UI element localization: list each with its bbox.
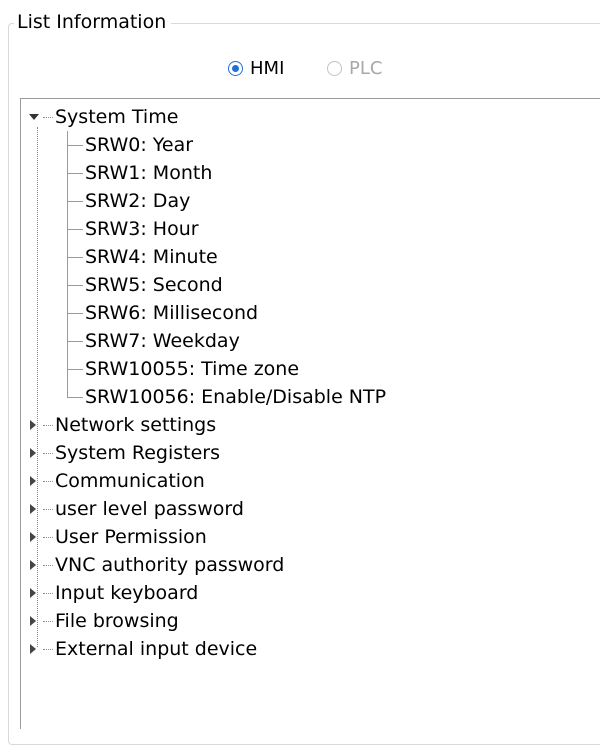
leaf-connector [67, 229, 83, 230]
leaf-label: SRW4: Minute [85, 246, 218, 268]
leaf-connector [67, 369, 83, 370]
tree-connector [43, 565, 53, 566]
radio-plc-label: PLC [349, 57, 383, 79]
radio-selected-icon [228, 60, 243, 76]
tree-connector [43, 481, 53, 482]
expand-arrow-icon[interactable] [27, 643, 39, 655]
expand-arrow-icon[interactable] [27, 587, 39, 599]
expand-arrow-icon[interactable] [27, 503, 39, 515]
leaf-label: SRW10055: Time zone [85, 358, 300, 380]
tree-node-label: System Time [55, 106, 179, 128]
expand-arrow-icon[interactable] [27, 419, 39, 431]
leaf-connector [67, 173, 83, 174]
tree-node-label: Network settings [55, 414, 217, 436]
tree-connector [43, 453, 53, 454]
tree-node-label: External input device [55, 638, 258, 660]
leaf-label: SRW1: Month [85, 162, 213, 184]
tree-node-label: System Registers [55, 442, 221, 464]
tree-node-label: user level password [55, 498, 244, 520]
expand-arrow-icon[interactable] [27, 559, 39, 571]
tree-node-label: Communication [55, 470, 205, 492]
group-title: List Information [14, 9, 172, 35]
collapse-arrow-icon[interactable] [27, 111, 39, 123]
tree-connector [43, 509, 53, 510]
leaf-label: SRW10056: Enable/Disable NTP [85, 386, 387, 408]
radio-hmi[interactable]: HMI [228, 54, 284, 82]
leaf-connector [67, 397, 83, 398]
leaf-connector [67, 257, 83, 258]
mode-radio-group: HMI PLC [0, 54, 600, 82]
radio-hmi-label: HMI [250, 57, 285, 79]
leaf-label: SRW3: Hour [85, 218, 199, 240]
tree-connector [43, 649, 53, 650]
tree-node-label: File browsing [55, 610, 179, 632]
leaf-connector [67, 145, 83, 146]
children-guide-line [67, 131, 68, 397]
leaf-label: SRW5: Second [85, 274, 223, 296]
tree-connector [43, 593, 53, 594]
leaf-connector [67, 341, 83, 342]
expand-arrow-icon[interactable] [27, 531, 39, 543]
leaf-connector [67, 285, 83, 286]
leaf-connector [67, 313, 83, 314]
tree-node-label: VNC authority password [55, 554, 285, 576]
register-tree[interactable]: System Time SRW0: Year SRW1: Month SRW2:… [20, 98, 600, 729]
tree-connector [43, 537, 53, 538]
expand-arrow-icon[interactable] [27, 447, 39, 459]
tree-node-label: Input keyboard [55, 582, 199, 604]
expand-arrow-icon[interactable] [27, 615, 39, 627]
radio-unselected-icon [327, 60, 342, 76]
leaf-connector [67, 201, 83, 202]
tree-connector [43, 621, 53, 622]
leaf-label: SRW0: Year [85, 134, 194, 156]
leaf-label: SRW7: Weekday [85, 330, 240, 352]
tree-connector [43, 425, 53, 426]
tree-connector [43, 117, 53, 118]
radio-plc[interactable]: PLC [327, 54, 382, 82]
expand-arrow-icon[interactable] [27, 475, 39, 487]
tree-node-label: User Permission [55, 526, 207, 548]
leaf-label: SRW2: Day [85, 190, 191, 212]
leaf-label: SRW6: Millisecond [85, 302, 259, 324]
